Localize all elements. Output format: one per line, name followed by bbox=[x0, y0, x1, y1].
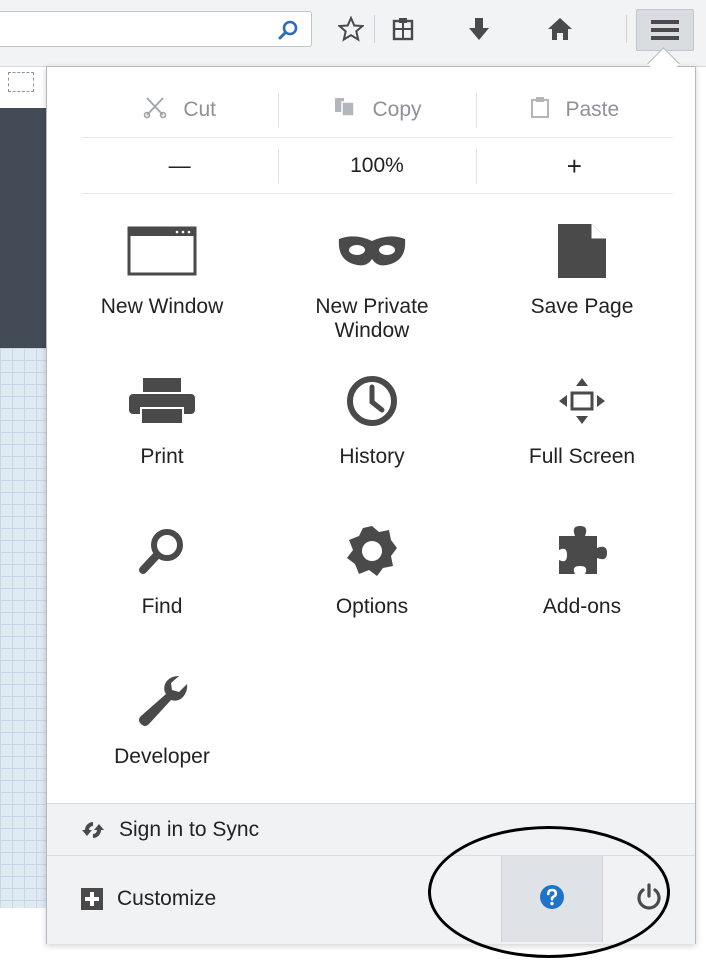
zoom-level: 100% bbox=[350, 154, 404, 177]
fullscreen-icon bbox=[542, 369, 622, 433]
help-button[interactable] bbox=[501, 856, 603, 942]
bookmark-star-icon[interactable] bbox=[334, 13, 368, 45]
page-content-background bbox=[0, 348, 50, 908]
search-icon[interactable] bbox=[277, 19, 299, 46]
page-icon bbox=[542, 219, 622, 283]
paste-button[interactable]: Paste bbox=[475, 83, 673, 137]
wrench-icon bbox=[122, 669, 202, 733]
bookmark-toolbar-placeholder bbox=[8, 72, 34, 92]
zoom-out-label: — bbox=[168, 153, 191, 178]
paste-label: Paste bbox=[565, 98, 620, 121]
print-label: Print bbox=[140, 445, 184, 468]
add-ons-label: Add-ons bbox=[542, 595, 622, 618]
magnifier-icon bbox=[122, 519, 202, 583]
copy-button[interactable]: Copy bbox=[278, 83, 475, 137]
app-menu-panel: Cut Copy Paste — 100% + New Window New P… bbox=[46, 66, 696, 944]
options-label: Options bbox=[335, 595, 409, 618]
developer-button[interactable]: Developer bbox=[57, 655, 267, 805]
puzzle-icon bbox=[542, 519, 622, 583]
toolbar-separator bbox=[374, 15, 375, 43]
window-icon bbox=[122, 219, 202, 283]
customize-label: Customize bbox=[117, 887, 217, 910]
gear-icon bbox=[332, 519, 412, 583]
find-label: Find bbox=[141, 595, 183, 618]
power-icon bbox=[635, 882, 663, 916]
new-window-label: New Window bbox=[100, 295, 224, 318]
home-icon[interactable] bbox=[543, 13, 577, 45]
cut-label: Cut bbox=[183, 98, 216, 121]
developer-label: Developer bbox=[114, 745, 210, 768]
help-icon bbox=[539, 884, 565, 915]
toolbar-separator bbox=[626, 15, 627, 43]
history-button[interactable]: History bbox=[267, 355, 477, 505]
browser-toolbar bbox=[0, 0, 706, 67]
save-page-button[interactable]: Save Page bbox=[477, 205, 687, 355]
cut-button[interactable]: Cut bbox=[81, 83, 278, 137]
copy-icon bbox=[332, 96, 358, 124]
zoom-in-label: + bbox=[566, 150, 582, 181]
options-button[interactable]: Options bbox=[267, 505, 477, 655]
zoom-controls: — 100% + bbox=[81, 139, 673, 194]
mask-icon bbox=[332, 219, 412, 283]
search-bar[interactable] bbox=[0, 11, 312, 47]
footer-bar: Customize bbox=[47, 855, 695, 944]
download-arrow-icon[interactable] bbox=[462, 13, 496, 45]
zoom-in-button[interactable]: + bbox=[475, 139, 673, 193]
new-private-window-button[interactable]: New Private Window bbox=[267, 205, 477, 355]
new-window-button[interactable]: New Window bbox=[57, 205, 267, 355]
clock-icon bbox=[332, 369, 412, 433]
hamburger-menu-icon[interactable] bbox=[636, 9, 694, 51]
quit-button[interactable] bbox=[602, 856, 695, 942]
zoom-out-button[interactable]: — bbox=[81, 139, 278, 193]
customize-button[interactable]: Customize bbox=[47, 856, 216, 942]
menu-item-grid: New Window New Private Window Save Page … bbox=[57, 205, 687, 805]
find-button[interactable]: Find bbox=[57, 505, 267, 655]
full-screen-label: Full Screen bbox=[528, 445, 636, 468]
print-button[interactable]: Print bbox=[57, 355, 267, 505]
sign-in-to-sync-button[interactable]: Sign in to Sync bbox=[47, 803, 695, 856]
new-private-window-label: New Private Window bbox=[315, 295, 429, 342]
reading-list-icon[interactable] bbox=[386, 13, 420, 45]
save-page-label: Save Page bbox=[530, 295, 634, 318]
scissors-icon bbox=[143, 95, 169, 125]
customize-plus-icon bbox=[81, 888, 103, 910]
zoom-reset-button[interactable]: 100% bbox=[278, 139, 475, 193]
full-screen-button[interactable]: Full Screen bbox=[477, 355, 687, 505]
add-ons-button[interactable]: Add-ons bbox=[477, 505, 687, 655]
copy-label: Copy bbox=[372, 98, 422, 121]
clipboard-icon bbox=[529, 95, 551, 125]
sync-icon bbox=[81, 819, 105, 841]
sync-label: Sign in to Sync bbox=[119, 818, 260, 841]
history-label: History bbox=[339, 445, 405, 468]
page-content-header bbox=[0, 108, 50, 348]
printer-icon bbox=[122, 369, 202, 433]
edit-controls: Cut Copy Paste bbox=[81, 83, 673, 138]
